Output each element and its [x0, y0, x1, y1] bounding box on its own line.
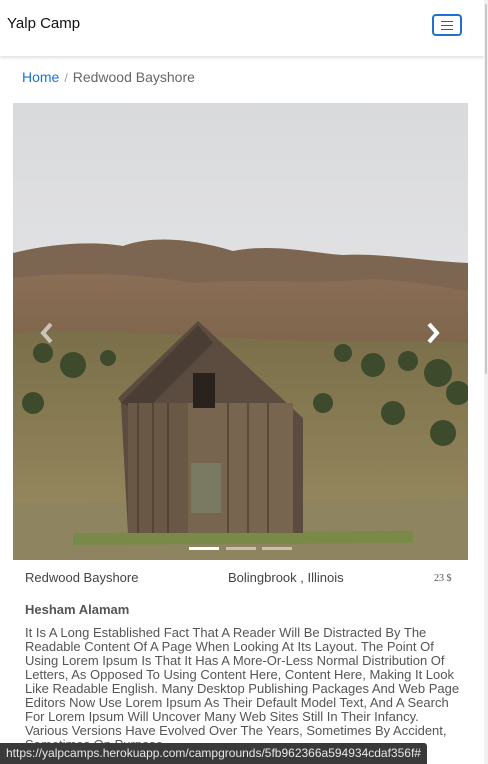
navbar: Yalp Camp [0, 0, 484, 56]
campground-name: Redwood Bayshore [25, 570, 139, 585]
carousel-next-button[interactable] [423, 321, 443, 345]
chevron-left-icon [40, 322, 53, 344]
campground-description: It Is A Long Established Fact That A Rea… [25, 625, 460, 752]
carousel-indicator-2[interactable] [226, 547, 256, 550]
breadcrumb-current: Redwood Bayshore [72, 69, 195, 85]
breadcrumb-separator: / [64, 71, 68, 85]
campground-price: 23 $ [434, 573, 452, 584]
chevron-right-icon [427, 322, 440, 344]
carousel-indicator-3[interactable] [262, 547, 292, 550]
campground-carousel[interactable] [13, 103, 468, 560]
carousel-indicators [189, 547, 293, 551]
breadcrumb-home-link[interactable]: Home [22, 69, 59, 85]
campground-photo [13, 103, 468, 560]
scrollbar-thumb[interactable] [485, 4, 487, 374]
navbar-toggle-button[interactable] [432, 14, 462, 36]
campground-author: Hesham Alamam [25, 602, 130, 617]
campground-location: Bolingbrook , Illinois [228, 570, 344, 585]
brand-link[interactable]: Yalp Camp [7, 15, 80, 32]
link-status-bar: https://yalpcamps.herokuapp.com/campgrou… [0, 743, 427, 764]
carousel-prev-button[interactable] [37, 321, 57, 345]
carousel-indicator-1[interactable] [189, 547, 219, 550]
hamburger-icon [441, 21, 453, 22]
breadcrumb: Home / Redwood Bayshore [22, 69, 195, 85]
